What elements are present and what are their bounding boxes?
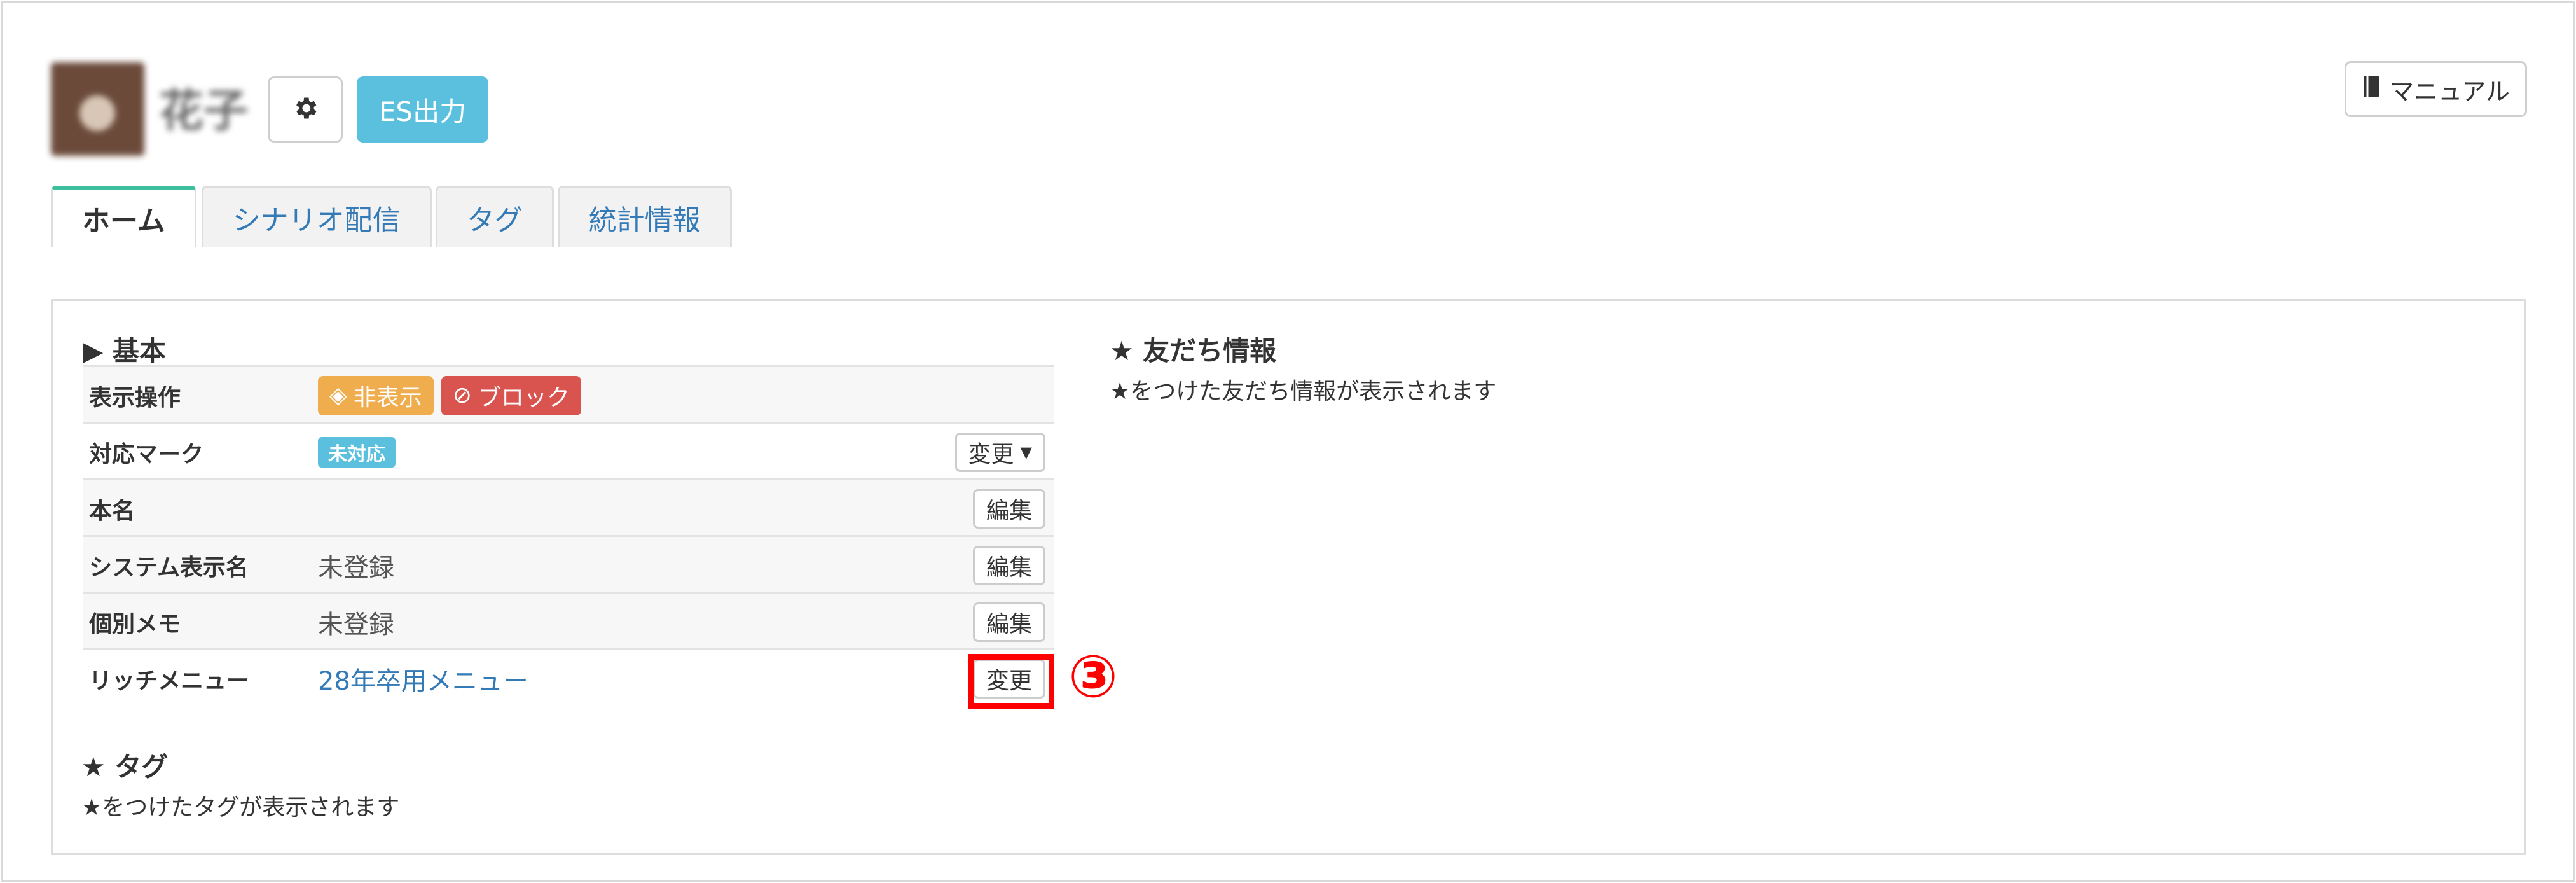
row-label: リッチメニュー	[89, 667, 250, 694]
settings-button[interactable]	[268, 76, 343, 143]
tab-bar: ホーム シナリオ配信 タグ 統計情報	[51, 186, 736, 247]
ban-icon: ⊘	[452, 382, 472, 408]
memo-value: 未登録	[318, 609, 394, 639]
es-export-button[interactable]: ES出力	[357, 76, 488, 143]
row-label: 個別メモ	[89, 611, 181, 637]
annotation-highlight-box	[968, 654, 1054, 709]
table-row-display-control: 表示操作 ◈ 非表示 ⊘ ブロック	[83, 365, 1054, 422]
friend-info-section-title: ★ 友だち情報	[1110, 335, 1277, 366]
hide-button-label: 非表示	[353, 384, 422, 411]
manual-button[interactable]: マニュアル	[2345, 61, 2527, 117]
friend-info-section-subtitle: ★をつけた友だち情報が表示されます	[1110, 379, 1497, 405]
hide-button[interactable]: ◈ 非表示	[318, 375, 434, 415]
edit-real-name-button[interactable]: 編集	[972, 489, 1045, 529]
system-name-value: 未登録	[318, 553, 394, 583]
tag-section-subtitle: ★をつけたタグが表示されます	[81, 795, 400, 821]
row-label: 表示操作	[89, 384, 181, 411]
basic-info-table: 表示操作 ◈ 非表示 ⊘ ブロック 対応マーク 未対応 変更 ▼ 本名 編集 シ…	[83, 365, 1054, 705]
row-label: システム表示名	[89, 554, 249, 581]
caret-down-icon: ▼	[1020, 443, 1032, 461]
eye-slash-icon: ◈	[329, 382, 347, 408]
block-button[interactable]: ⊘ ブロック	[441, 375, 581, 415]
row-label: 本名	[89, 497, 135, 524]
table-row-memo: 個別メモ 未登録 編集	[83, 592, 1054, 648]
table-row-real-name: 本名 編集	[83, 478, 1054, 535]
edit-system-name-button[interactable]: 編集	[972, 546, 1045, 585]
manual-button-label: マニュアル	[2390, 77, 2510, 106]
status-badge: 未対応	[318, 436, 396, 468]
tab-tags[interactable]: タグ	[435, 186, 554, 247]
block-button-label: ブロック	[478, 384, 570, 411]
table-row-rich-menu: リッチメニュー 28年卒用メニュー 変更	[83, 648, 1054, 705]
change-mark-label: 変更	[968, 442, 1014, 468]
book-icon	[2362, 75, 2381, 104]
row-label: 対応マーク	[89, 441, 204, 468]
table-row-response-mark: 対応マーク 未対応 変更 ▼	[83, 422, 1054, 478]
rich-menu-link[interactable]: 28年卒用メニュー	[318, 650, 528, 707]
edit-memo-button[interactable]: 編集	[972, 602, 1045, 642]
avatar[interactable]	[51, 62, 144, 156]
tab-scenario[interactable]: シナリオ配信	[201, 186, 432, 247]
tab-home[interactable]: ホーム	[51, 186, 196, 247]
basic-section-title: ▶ 基本	[83, 335, 166, 366]
gear-icon	[291, 94, 319, 125]
annotation-step-number: ③	[1068, 643, 1118, 711]
tag-section-title: ★ タグ	[81, 751, 169, 782]
tab-statistics[interactable]: 統計情報	[557, 186, 732, 247]
table-row-system-name: システム表示名 未登録 編集	[83, 535, 1054, 592]
change-mark-dropdown[interactable]: 変更 ▼	[954, 433, 1045, 472]
username: 花子	[159, 85, 248, 137]
